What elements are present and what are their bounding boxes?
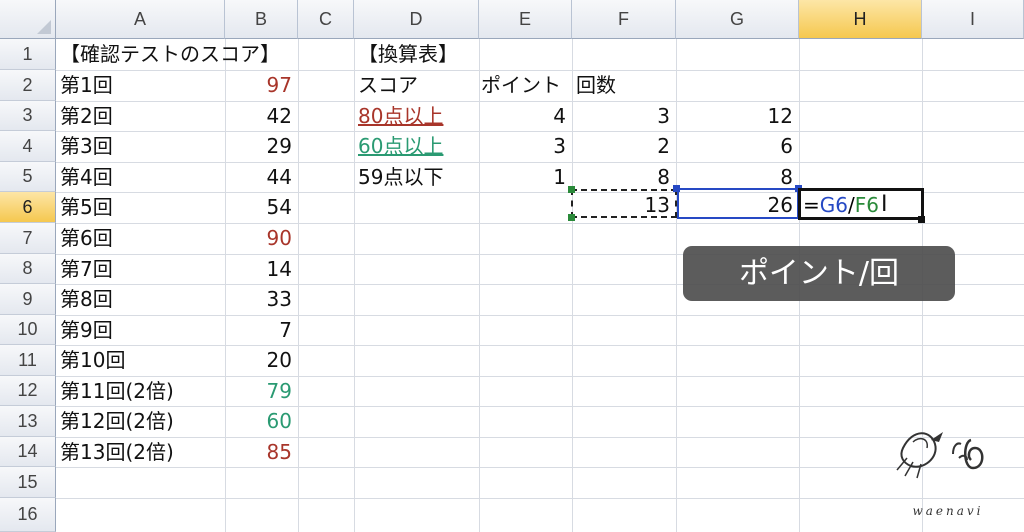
fill-handle[interactable] bbox=[918, 216, 925, 223]
cell-d3[interactable]: 80点以上 bbox=[354, 101, 479, 131]
row-header-8[interactable]: 8 bbox=[0, 254, 56, 284]
cell-a6[interactable]: 第5回 bbox=[56, 192, 225, 222]
column-header-d[interactable]: D bbox=[354, 0, 479, 39]
cell-a3[interactable]: 第2回 bbox=[56, 101, 225, 131]
column-header-b[interactable]: B bbox=[225, 0, 298, 39]
cell-f4[interactable]: 2 bbox=[572, 131, 676, 161]
cell-f2[interactable]: 回数 bbox=[572, 70, 676, 100]
gridline bbox=[56, 498, 1024, 499]
cell-a1[interactable]: 【確認テストのスコア】 bbox=[56, 39, 296, 69]
cell-a12[interactable]: 第11回(2倍) bbox=[56, 376, 225, 406]
cell-b6[interactable]: 54 bbox=[225, 192, 298, 222]
formula-ref-g6: G6 bbox=[819, 193, 848, 217]
cell-f6[interactable]: 13 bbox=[572, 190, 676, 220]
cell-a9[interactable]: 第8回 bbox=[56, 284, 225, 314]
row-header-5[interactable]: 5 bbox=[0, 162, 56, 192]
cell-a2[interactable]: 第1回 bbox=[56, 70, 225, 100]
gridline bbox=[298, 39, 299, 532]
row-header-12[interactable]: 12 bbox=[0, 376, 56, 406]
cell-a8[interactable]: 第7回 bbox=[56, 254, 225, 284]
cell-b13[interactable]: 60 bbox=[225, 406, 298, 436]
row-header-1[interactable]: 1 bbox=[0, 39, 56, 70]
cell-b8[interactable]: 14 bbox=[225, 254, 298, 284]
cell-b7[interactable]: 90 bbox=[225, 223, 298, 253]
cell-a14[interactable]: 第13回(2倍) bbox=[56, 437, 225, 467]
row-header-6[interactable]: 6 bbox=[0, 192, 56, 223]
cell-e2[interactable]: ポイント bbox=[479, 70, 572, 100]
cell-f5[interactable]: 8 bbox=[572, 162, 676, 192]
caption-overlay: ポイント/回 bbox=[683, 246, 955, 301]
logo-text: waenavi bbox=[912, 504, 984, 518]
cell-b10[interactable]: 7 bbox=[225, 315, 298, 345]
column-header-c[interactable]: C bbox=[298, 0, 354, 39]
cell-b5[interactable]: 44 bbox=[225, 162, 298, 192]
column-header-g[interactable]: G bbox=[676, 0, 799, 39]
formula-eq: = bbox=[803, 193, 820, 217]
cell-a4[interactable]: 第3回 bbox=[56, 131, 225, 161]
formula-ref-f6: F6 bbox=[854, 193, 879, 217]
row-header-7[interactable]: 7 bbox=[0, 223, 56, 254]
cell-g3[interactable]: 12 bbox=[676, 101, 799, 131]
cell-b3[interactable]: 42 bbox=[225, 101, 298, 131]
range-handle[interactable] bbox=[568, 214, 575, 221]
row-header-13[interactable]: 13 bbox=[0, 406, 56, 437]
cell-b12[interactable]: 79 bbox=[225, 376, 298, 406]
cell-a7[interactable]: 第6回 bbox=[56, 223, 225, 253]
cell-a5[interactable]: 第4回 bbox=[56, 162, 225, 192]
cell-b14[interactable]: 85 bbox=[225, 437, 298, 467]
cell-e4[interactable]: 3 bbox=[479, 131, 572, 161]
row-header-3[interactable]: 3 bbox=[0, 101, 56, 131]
cell-g4[interactable]: 6 bbox=[676, 131, 799, 161]
column-header-i[interactable]: I bbox=[922, 0, 1024, 39]
waenavi-logo: waenavi bbox=[893, 418, 1003, 518]
cell-d1[interactable]: 【換算表】 bbox=[354, 39, 554, 69]
row-header-14[interactable]: 14 bbox=[0, 437, 56, 467]
cell-f3[interactable]: 3 bbox=[572, 101, 676, 131]
cell-g6[interactable]: 26 bbox=[676, 190, 799, 220]
cell-e3[interactable]: 4 bbox=[479, 101, 572, 131]
text-cursor-icon: I bbox=[880, 192, 888, 217]
row-header-2[interactable]: 2 bbox=[0, 70, 56, 101]
cell-b4[interactable]: 29 bbox=[225, 131, 298, 161]
row-header-9[interactable]: 9 bbox=[0, 284, 56, 315]
select-all-triangle-icon bbox=[37, 20, 51, 34]
range-handle[interactable] bbox=[568, 186, 575, 193]
cell-a13[interactable]: 第12回(2倍) bbox=[56, 406, 225, 436]
spreadsheet[interactable]: A B C D E F G H I 1 2 3 4 5 6 7 8 9 10 1… bbox=[0, 0, 1024, 532]
cell-d2[interactable]: スコア bbox=[354, 70, 479, 100]
cell-b11[interactable]: 20 bbox=[225, 345, 298, 375]
column-header-e[interactable]: E bbox=[479, 0, 572, 39]
cell-b9[interactable]: 33 bbox=[225, 284, 298, 314]
row-header-16[interactable]: 16 bbox=[0, 498, 56, 532]
select-all-corner[interactable] bbox=[0, 0, 56, 39]
row-header-4[interactable]: 4 bbox=[0, 131, 56, 162]
cell-a10[interactable]: 第9回 bbox=[56, 315, 225, 345]
cell-e5[interactable]: 1 bbox=[479, 162, 572, 192]
row-header-15[interactable]: 15 bbox=[0, 467, 56, 498]
gridline bbox=[56, 467, 1024, 468]
column-header-h[interactable]: H bbox=[799, 0, 922, 39]
formula-edit[interactable]: =G6/F6I bbox=[803, 190, 887, 220]
row-header-10[interactable]: 10 bbox=[0, 315, 56, 345]
cell-b2[interactable]: 97 bbox=[225, 70, 298, 100]
cell-a11[interactable]: 第10回 bbox=[56, 345, 225, 375]
row-header-11[interactable]: 11 bbox=[0, 345, 56, 376]
cell-d5[interactable]: 59点以下 bbox=[354, 162, 479, 192]
bird-logo-icon bbox=[896, 432, 984, 479]
column-header-f[interactable]: F bbox=[572, 0, 676, 39]
formula-op: / bbox=[848, 193, 855, 217]
cell-d4[interactable]: 60点以上 bbox=[354, 131, 479, 161]
range-handle[interactable] bbox=[673, 185, 680, 192]
column-header-a[interactable]: A bbox=[56, 0, 225, 39]
